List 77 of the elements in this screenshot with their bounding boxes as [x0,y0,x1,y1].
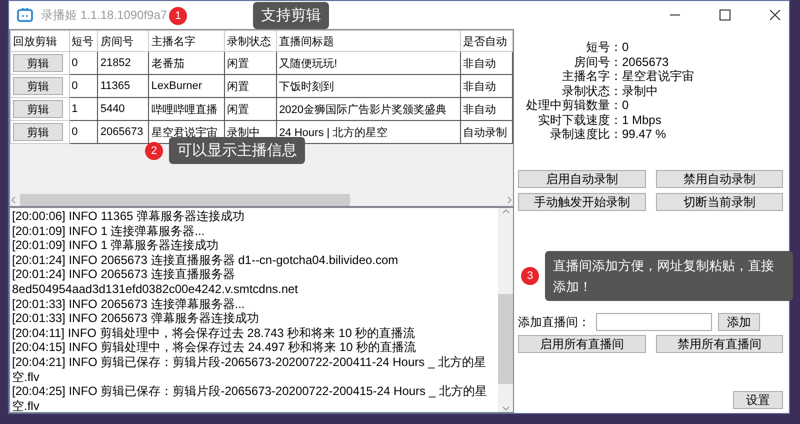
detail-value: 0 [622,99,630,112]
maximize-icon[interactable] [719,9,731,21]
add-button[interactable]: 添加 [718,313,760,331]
log-line: [20:01:33] INFO 2065673 连接弹幕服务器... [12,296,246,312]
table-cell: 哔哩哔哩直播 [148,98,224,120]
table-cell: 非自动 [460,98,512,120]
table-cell: 非自动 [460,52,512,74]
record-button[interactable]: 启用自动录制 [518,170,646,188]
column-header: 录制状态 [224,30,277,52]
detail-value: 0 [622,41,630,54]
detail-value: 录制中 [622,84,659,98]
table-cell: 闲置 [224,52,277,74]
record-button[interactable]: 切断当前录制 [656,192,783,210]
log-line: [20:04:25] INFO 剪辑已保存：剪辑片段-2065673-20200722-200415-24 Hours _ 北方的星空.flv [12,384,488,412]
detail-label: 主播名字： [561,70,622,84]
settings-button[interactable]: 设置 [733,391,783,409]
log-line: [20:01:33] INFO 2065673 弹幕服务器连接成功 [12,311,260,326]
table-cell: 非自动 [460,74,512,98]
tooltip: 可以显示主播信息 [169,137,305,164]
window-title: 录播姬 1.1.18.1090f9a7 [41,6,168,24]
clip-button[interactable]: 剪辑 [13,54,63,72]
table-cell: 老番茄 [148,52,224,74]
table-cell: 2065673 [98,120,149,144]
detail-label: 录制状态： [561,84,622,98]
tv-icon [17,8,33,22]
table-cell: 0 [69,52,98,74]
horizontal-scrollbar[interactable] [10,194,513,206]
vertical-scrollbar[interactable] [498,208,513,412]
log-line: [20:01:24] INFO 2065673 连接直播服务器 d1--cn-gotcha04.bilivideo.com [12,252,400,268]
record-button[interactable]: 手动触发开始录制 [518,192,646,210]
close-icon[interactable] [769,9,781,21]
table-cell: LexBurner [148,74,224,98]
table-cell: 5440 [98,98,149,120]
log-line: [20:01:09] INFO 1 连接弹幕服务器... [12,224,206,238]
column-header: 直播间标题 [276,30,460,52]
table-cell: 闲置 [224,74,277,98]
record-button[interactable]: 禁用自动录制 [656,170,783,188]
detail-value: 2065673 [622,56,670,69]
table-cell: 2020金狮国际广告影片奖颁奖盛典 [276,98,460,120]
column-header: 房间号 [98,30,149,52]
room-url-field[interactable] [596,313,712,331]
detail-label: 短号： [585,41,622,54]
log-line: [20:04:21] INFO 剪辑已保存：剪辑片段-2065673-20200722-200411-24 Hours _ 北方的星空.flv [12,354,487,384]
tooltip: 直播间添加方便，网址复制粘贴，直接添加！ [545,251,793,301]
detail-value: 星空君说宇宙 [622,70,695,84]
table-cell: 21852 [98,52,149,74]
log-line: [20:04:15] INFO 剪辑处理中，将会保存过去 24.497 秒和将来 10 秒的直播流 [12,340,418,355]
table-cell: 又随便玩玩! [276,52,460,74]
column-header: 短号 [69,30,98,52]
log-line: [20:01:09] INFO 1 弹幕服务器连接成功 [12,238,220,253]
table-cell: 0 [69,120,98,144]
table-cell: 0 [69,74,98,98]
column-header: 回放剪辑 [10,30,70,52]
room-button[interactable]: 启用所有直播间 [518,335,646,353]
detail-value: 99.47 % [622,128,668,142]
detail-label: 录制速度比： [549,128,622,142]
detail-label: 处理中剪辑数量： [525,99,622,112]
add-room-label: 添加直播间： [518,314,590,330]
table-cell: 下饭时刻到 [276,74,460,98]
table-cell: 闲置 [224,98,277,120]
clip-button[interactable]: 剪辑 [13,123,63,141]
log-line: [20:04:11] INFO 剪辑处理中，将会保存过去 28.743 秒和将来 10 秒的直播流 [12,326,416,340]
room-button[interactable]: 禁用所有直播间 [656,335,783,353]
log-line: [20:01:24] INFO 2065673 连接直播服务器 8ed504954aad3d131efd0382c00e4242.v.smtcdns.net [12,267,300,297]
detail-value: 1 Mbps [622,114,662,127]
table-cell: 1 [69,98,98,120]
clip-button[interactable]: 剪辑 [13,77,63,95]
detail-label: 实时下载速度： [537,114,622,127]
log-line: [20:00:06] INFO 11365 弹幕服务器连接成功 [12,209,246,224]
column-header: 是否自动 [460,30,512,52]
clip-button[interactable]: 剪辑 [13,100,63,118]
detail-label: 房间号： [573,56,622,69]
step-number-badge: 3 [521,267,539,285]
table-cell: 11365 [98,74,149,98]
table-cell: 自动录制 [460,120,512,144]
tooltip: 支持剪辑 [253,2,329,29]
column-header: 主播名字 [148,30,224,52]
